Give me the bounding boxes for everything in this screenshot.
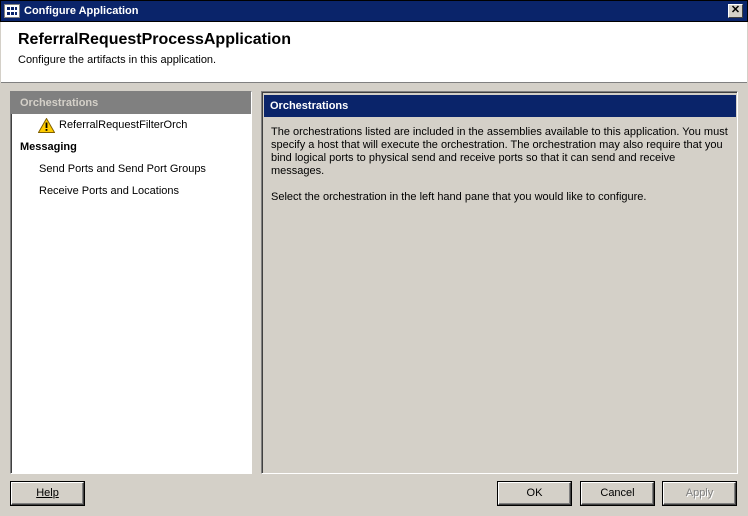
page-subtitle: Configure the artifacts in this applicat… (18, 54, 217, 66)
nav-item-orchestration[interactable]: ReferralRequestFilterOrch (11, 114, 251, 136)
apply-button[interactable]: Apply (663, 482, 736, 505)
ok-button[interactable]: OK (498, 482, 571, 505)
warning-icon (38, 117, 55, 133)
instruction-paragraph: Select the orchestration in the left han… (271, 191, 647, 203)
window-title: Configure Application (24, 5, 139, 17)
title-bar[interactable]: Configure Application ✕ (0, 0, 748, 22)
nav-item-label: ReferralRequestFilterOrch (59, 119, 188, 131)
nav-item-receive-ports[interactable]: Receive Ports and Locations (11, 180, 251, 202)
application-icon (4, 4, 20, 18)
dialog-header: ReferralRequestProcessApplication Config… (1, 22, 747, 83)
page-title: ReferralRequestProcessApplication (18, 31, 291, 48)
close-button[interactable]: ✕ (728, 4, 743, 18)
description-paragraph: The orchestrations listed are included i… (271, 126, 728, 177)
navigation-pane: Orchestrations ReferralRequestFilterOrch… (10, 91, 252, 474)
nav-section-orchestrations[interactable]: Orchestrations (11, 92, 251, 114)
nav-group-messaging[interactable]: Messaging (11, 136, 251, 158)
content-body: The orchestrations listed are included i… (271, 126, 731, 217)
content-pane: Orchestrations The orchestrations listed… (261, 91, 738, 474)
content-header: Orchestrations (264, 95, 736, 117)
nav-item-send-ports[interactable]: Send Ports and Send Port Groups (11, 158, 251, 180)
help-button-label: Help (36, 487, 59, 499)
help-button[interactable]: Help (11, 482, 84, 505)
cancel-button[interactable]: Cancel (581, 482, 654, 505)
